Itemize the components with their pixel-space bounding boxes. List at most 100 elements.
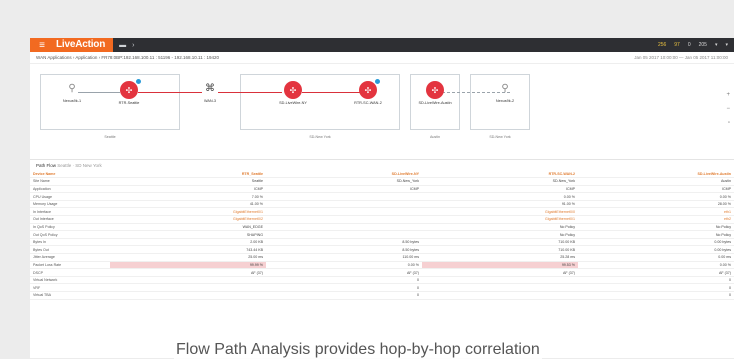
row-label: Device Name bbox=[30, 170, 110, 179]
table-cell: No Policy bbox=[422, 223, 578, 232]
table-row: Bytes Out 743.44 KB 8.50 bytes 710.00 KB 0.0… bbox=[30, 245, 734, 255]
warning-count[interactable]: 256 bbox=[658, 42, 666, 48]
device-count[interactable]: 205 bbox=[699, 42, 707, 48]
time-range[interactable]: Jan 05 2017 10:00:00 — Jan 05 2017 11:00… bbox=[634, 55, 728, 60]
node-label: RTR-Seattle bbox=[118, 101, 140, 105]
table-cell: 99.99 % bbox=[110, 261, 266, 270]
table-cell: 0 bbox=[578, 291, 734, 300]
table-cell: ICMP bbox=[422, 185, 578, 194]
row-label: Jitter Average bbox=[30, 253, 110, 262]
status-dot bbox=[374, 78, 381, 85]
table-cell: Seattle bbox=[110, 177, 266, 186]
row-label: Bytes In bbox=[30, 238, 110, 247]
table-cell: 710.00 KB bbox=[422, 238, 578, 247]
table-cell: eth1 bbox=[578, 207, 734, 217]
table-cell: 8.50 bytes bbox=[266, 238, 422, 247]
app-window: ≡ LiveAction ▬ › 256 97 0 205 ▾ ▾ WAN Ap… bbox=[30, 38, 734, 358]
table-cell: 8.50 bytes bbox=[266, 245, 422, 255]
table-cell[interactable]: RTR-SC-WAN-2 bbox=[422, 170, 578, 179]
node-endpoint[interactable]: ⚲ Nexus9k-2 bbox=[480, 80, 530, 103]
table-cell: GigabitEthernet0/1 bbox=[422, 215, 578, 224]
node-endpoint[interactable]: ⚲ Nexus9k-1 bbox=[47, 80, 97, 103]
node-router[interactable]: ✣ RTR-Seattle bbox=[104, 78, 154, 105]
table-cell: 0 bbox=[266, 291, 422, 300]
table-cell: 2.00 KB bbox=[110, 238, 266, 247]
group-label: Seattle bbox=[104, 135, 116, 139]
table-cell: SHAPING bbox=[110, 230, 266, 239]
table-cell: 0.00 % bbox=[578, 192, 734, 201]
pathflow-subtitle: Seattle · SD New York bbox=[57, 163, 102, 168]
table-cell: 743.44 KB bbox=[110, 245, 266, 255]
computer-icon: ⚲ bbox=[501, 83, 509, 94]
top-bar: ≡ LiveAction ▬ › 256 97 0 205 ▾ ▾ bbox=[30, 38, 734, 52]
brand-logo: LiveAction bbox=[54, 38, 114, 52]
zoom-out-icon[interactable]: − bbox=[726, 106, 730, 112]
table-cell: 25.00 ms bbox=[110, 253, 266, 262]
info-count[interactable]: 0 bbox=[688, 42, 691, 48]
table-cell: eth2 bbox=[578, 215, 734, 224]
table-cell: AF (37) bbox=[422, 268, 578, 277]
hamburger-icon[interactable]: ≡ bbox=[30, 38, 54, 52]
router-icon: ✣ bbox=[359, 78, 381, 99]
table-cell: 0.00 % bbox=[266, 261, 422, 270]
switch-icon: ⌘ bbox=[205, 83, 215, 94]
table-row: Device Name RTR_Seattle SD-LiveWire-NY RTR-… bbox=[30, 170, 734, 179]
table-cell[interactable]: RTR_Seattle bbox=[110, 170, 266, 179]
node-label: RTR-SC-WAN-2 bbox=[354, 101, 382, 105]
chevron-icon[interactable]: › bbox=[132, 42, 134, 49]
table-cell bbox=[266, 192, 422, 201]
table-cell bbox=[422, 283, 578, 292]
node-router[interactable]: ✣ SD-LiveWire-Austin bbox=[410, 81, 460, 105]
expand-icon[interactable]: ▬ bbox=[119, 42, 126, 49]
zoom-in-icon[interactable]: + bbox=[726, 92, 730, 98]
row-label: Bytes Out bbox=[30, 245, 110, 255]
table-cell bbox=[110, 283, 266, 292]
table-cell: 41.00 % bbox=[110, 200, 266, 209]
table-cell: 0.00 bytes bbox=[578, 245, 734, 255]
node-router[interactable]: ✣ SD-LiveWire-NY bbox=[268, 81, 318, 105]
table-cell: AF (37) bbox=[578, 268, 734, 277]
fit-icon[interactable]: ▫ bbox=[728, 120, 730, 126]
table-cell: 99.53 % bbox=[422, 261, 578, 270]
table-cell: 110.00 ms bbox=[266, 253, 422, 262]
table-cell: AF (37) bbox=[110, 268, 266, 277]
table-cell: 0 bbox=[266, 276, 422, 285]
row-label: Out Interface bbox=[30, 215, 110, 224]
table-row: Memory Usage 41.00 % 91.00 % 28.00 % bbox=[30, 200, 734, 209]
pathflow-table: Device Name RTR_Seattle SD-LiveWire-NY RTR-… bbox=[30, 170, 734, 300]
row-label: Memory Usage bbox=[30, 200, 110, 209]
table-cell: ICMP bbox=[578, 185, 734, 194]
table-cell[interactable]: SD-LiveWire-Austin bbox=[578, 170, 734, 179]
row-label: In Interface bbox=[30, 207, 110, 217]
status-dot bbox=[135, 78, 142, 85]
table-row: In Interface GigabitEthernet0/1 GigabitEth… bbox=[30, 207, 734, 217]
router-icon: ✣ bbox=[426, 81, 444, 99]
table-cell: SD-New_York bbox=[266, 177, 422, 186]
node-switch[interactable]: ⌘ WAN-3 bbox=[185, 80, 235, 103]
row-label: Virtual TBA bbox=[30, 291, 110, 300]
table-row: Application ICMP ICMP ICMP ICMP bbox=[30, 185, 734, 194]
table-cell bbox=[110, 276, 266, 285]
node-router[interactable]: ✣ RTR-SC-WAN-2 bbox=[343, 78, 393, 105]
table-cell: 0.00 bytes bbox=[578, 238, 734, 247]
row-label: Site Name bbox=[30, 177, 110, 186]
pathflow-title: Path Flow bbox=[36, 163, 57, 168]
breadcrumb-path[interactable]: WAN Applications › Application › FR78:0B… bbox=[36, 55, 219, 60]
row-label: VRF bbox=[30, 283, 110, 292]
table-cell[interactable]: SD-LiveWire-NY bbox=[266, 170, 422, 179]
topology-diagram: Seattle SD-New York Austin SD-New York ⚲… bbox=[30, 64, 734, 160]
table-cell: ICMP bbox=[110, 185, 266, 194]
row-label: DSCP bbox=[30, 268, 110, 277]
settings-menu[interactable]: ▾ bbox=[715, 42, 718, 48]
table-row: Bytes In 2.00 KB 8.50 bytes 710.00 KB 0.00 b… bbox=[30, 238, 734, 247]
node-label: Nexus9k-2 bbox=[495, 99, 515, 103]
row-label: Out QoS Policy bbox=[30, 230, 110, 239]
table-row: VRF 0 0 bbox=[30, 283, 734, 292]
table-cell: No Policy bbox=[578, 223, 734, 232]
user-menu[interactable]: ▾ bbox=[725, 42, 728, 48]
table-cell: GigabitEthernet0/2 bbox=[110, 215, 266, 224]
table-row: Site Name Seattle SD-New_York SD-New_York Au… bbox=[30, 177, 734, 186]
table-row: Out QoS Policy SHAPING No Policy No Policy bbox=[30, 230, 734, 239]
row-label: Virtual Network bbox=[30, 276, 110, 285]
alert-count[interactable]: 97 bbox=[674, 42, 680, 48]
